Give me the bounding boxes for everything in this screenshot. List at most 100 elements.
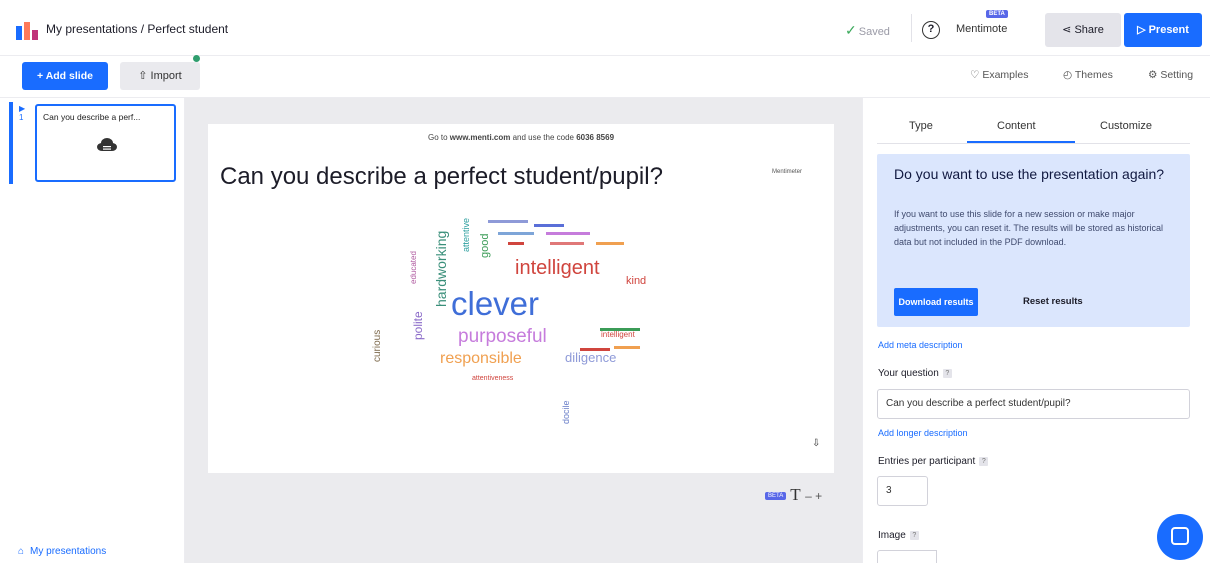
join-instructions: Go to www.menti.com and use the code 603… [208,133,834,142]
word-cloud-word: polite [411,311,425,340]
entries-label-text: Entries per participant [878,456,976,467]
word-cloud-icon [97,138,117,151]
question-help-icon[interactable]: ? [942,369,952,378]
slide-number-label: 1 [19,113,24,122]
image-label: Image? [878,530,919,541]
word-cloud-fragment [546,232,590,235]
instruction-code: 6036 8569 [576,133,615,142]
info-body: If you want to use this slide for a new … [894,209,1163,247]
word-cloud-word: educated [409,251,418,284]
word-cloud-fragment [600,328,640,331]
play-icon: ▷ [1137,24,1149,36]
info-title: Do you want to use the presentation agai… [894,166,1165,182]
question-label-text: Your question [878,368,939,379]
tab-content[interactable]: Content [997,120,1036,132]
word-cloud-fragment [488,220,528,223]
add-slide-button[interactable]: + Add slide [22,62,108,90]
mentimeter-brand-mark: Mentimeter [772,169,803,175]
examples-label: Examples [982,69,1029,81]
word-cloud-word: kind [626,275,647,287]
word-cloud-word: intelligent [515,257,600,279]
my-presentations-link[interactable]: ⌂ My presentations [18,546,106,557]
share-button[interactable]: ⋖ Share [1045,13,1121,47]
reset-results-button[interactable]: Reset results [1023,288,1083,316]
presentation-title[interactable]: Perfect student [147,22,228,36]
question-input[interactable]: Can you describe a perfect student/pupil… [877,389,1190,419]
word-cloud-word: curious [372,329,383,362]
settings-label: Setting [1160,69,1194,81]
saved-label: Saved [858,26,890,38]
examples-link[interactable]: ♡ Examples [970,69,1028,81]
chat-support-button[interactable] [1157,514,1203,560]
question-label: Your question? [878,368,952,379]
tab-customize[interactable]: Customize [1100,120,1152,132]
instruction-mid: and use the code [510,133,577,142]
slide-number: ▶ 1 [19,104,25,122]
my-presentations-label: My presentations [30,546,107,557]
play-indicator-icon: ▶ [19,104,26,113]
slide-thumbnail[interactable]: Can you describe a perf... [35,104,176,182]
canvas-beta-badge: BETA [765,491,787,500]
word-cloud-fragment [580,348,610,351]
word-cloud-fragment [596,242,624,245]
palette-icon: ◴ [1063,69,1075,81]
image-label-text: Image [878,530,906,541]
tab-type[interactable]: Type [909,120,933,132]
tabs-divider [877,143,1190,144]
instruction-prefix: Go to [427,133,450,142]
word-cloud-word: attentiveness [472,375,514,382]
word-cloud-fragment [534,224,564,227]
word-cloud-word: responsible [440,350,522,367]
image-upload-field[interactable] [877,550,937,563]
image-help-icon[interactable]: ? [909,531,919,540]
import-button[interactable]: ⇧ Import [120,62,200,90]
lightbulb-icon: ♡ [970,69,983,81]
check-icon: ✓ [845,22,857,38]
upload-icon: ⇧ [138,70,151,82]
slide-preview[interactable]: Go to www.menti.com and use the code 603… [208,124,834,473]
settings-link[interactable]: ⚙ Setting [1148,69,1193,81]
download-results-button[interactable]: Download results [894,288,978,316]
text-tool-button[interactable]: T [790,485,800,504]
slide-question: Can you describe a perfect student/pupil… [220,163,663,190]
present-button[interactable]: ▷ Present [1124,13,1202,47]
slide-thumbnail-title: Can you describe a perf... [43,112,141,122]
import-label: Import [150,70,182,82]
help-icon[interactable]: ? [922,21,940,39]
gear-icon: ⚙ [1148,69,1161,81]
mentimote-label[interactable]: Mentimote [956,23,1007,35]
zoom-controls[interactable]: – + [805,489,822,503]
active-slide-marker [9,102,13,184]
canvas-tools: BETA T – + [765,485,822,505]
themes-link[interactable]: ◴ Themes [1063,69,1113,81]
present-label: Present [1148,24,1189,36]
breadcrumb: My presentations / Perfect student [46,22,228,36]
word-cloud-fragment [498,232,534,235]
entries-input[interactable]: 3 [877,476,928,506]
active-tab-indicator [967,141,1075,143]
entries-help-icon[interactable]: ? [979,457,989,466]
word-cloud-fragment [508,242,524,245]
beta-badge: BETA [986,10,1008,18]
notification-dot [193,55,200,62]
word-cloud-word: docile [561,400,571,424]
word-cloud-fragment [550,242,584,245]
chat-icon [1171,527,1189,545]
slide-settings-icon[interactable]: ⇩ [812,438,820,449]
word-cloud-word: hardworking [433,230,449,307]
add-meta-description-link[interactable]: Add meta description [878,340,963,350]
word-cloud-word: clever [451,285,540,322]
header-divider [911,14,912,42]
word-cloud-small-words-right [580,320,670,360]
word-cloud-small-words [488,220,628,260]
reuse-info-box: Do you want to use the presentation agai… [877,154,1190,327]
word-cloud-word: attentive [461,217,471,252]
breadcrumb-separator: / [137,22,148,36]
themes-label: Themes [1074,69,1113,81]
entries-label: Entries per participant? [878,456,989,467]
saved-status: ✓ Saved [845,22,890,39]
add-longer-description-link[interactable]: Add longer description [878,428,968,438]
mentimeter-logo-icon[interactable] [16,20,38,40]
breadcrumb-root[interactable]: My presentations [46,22,137,36]
word-cloud-word: purposeful [458,326,547,347]
